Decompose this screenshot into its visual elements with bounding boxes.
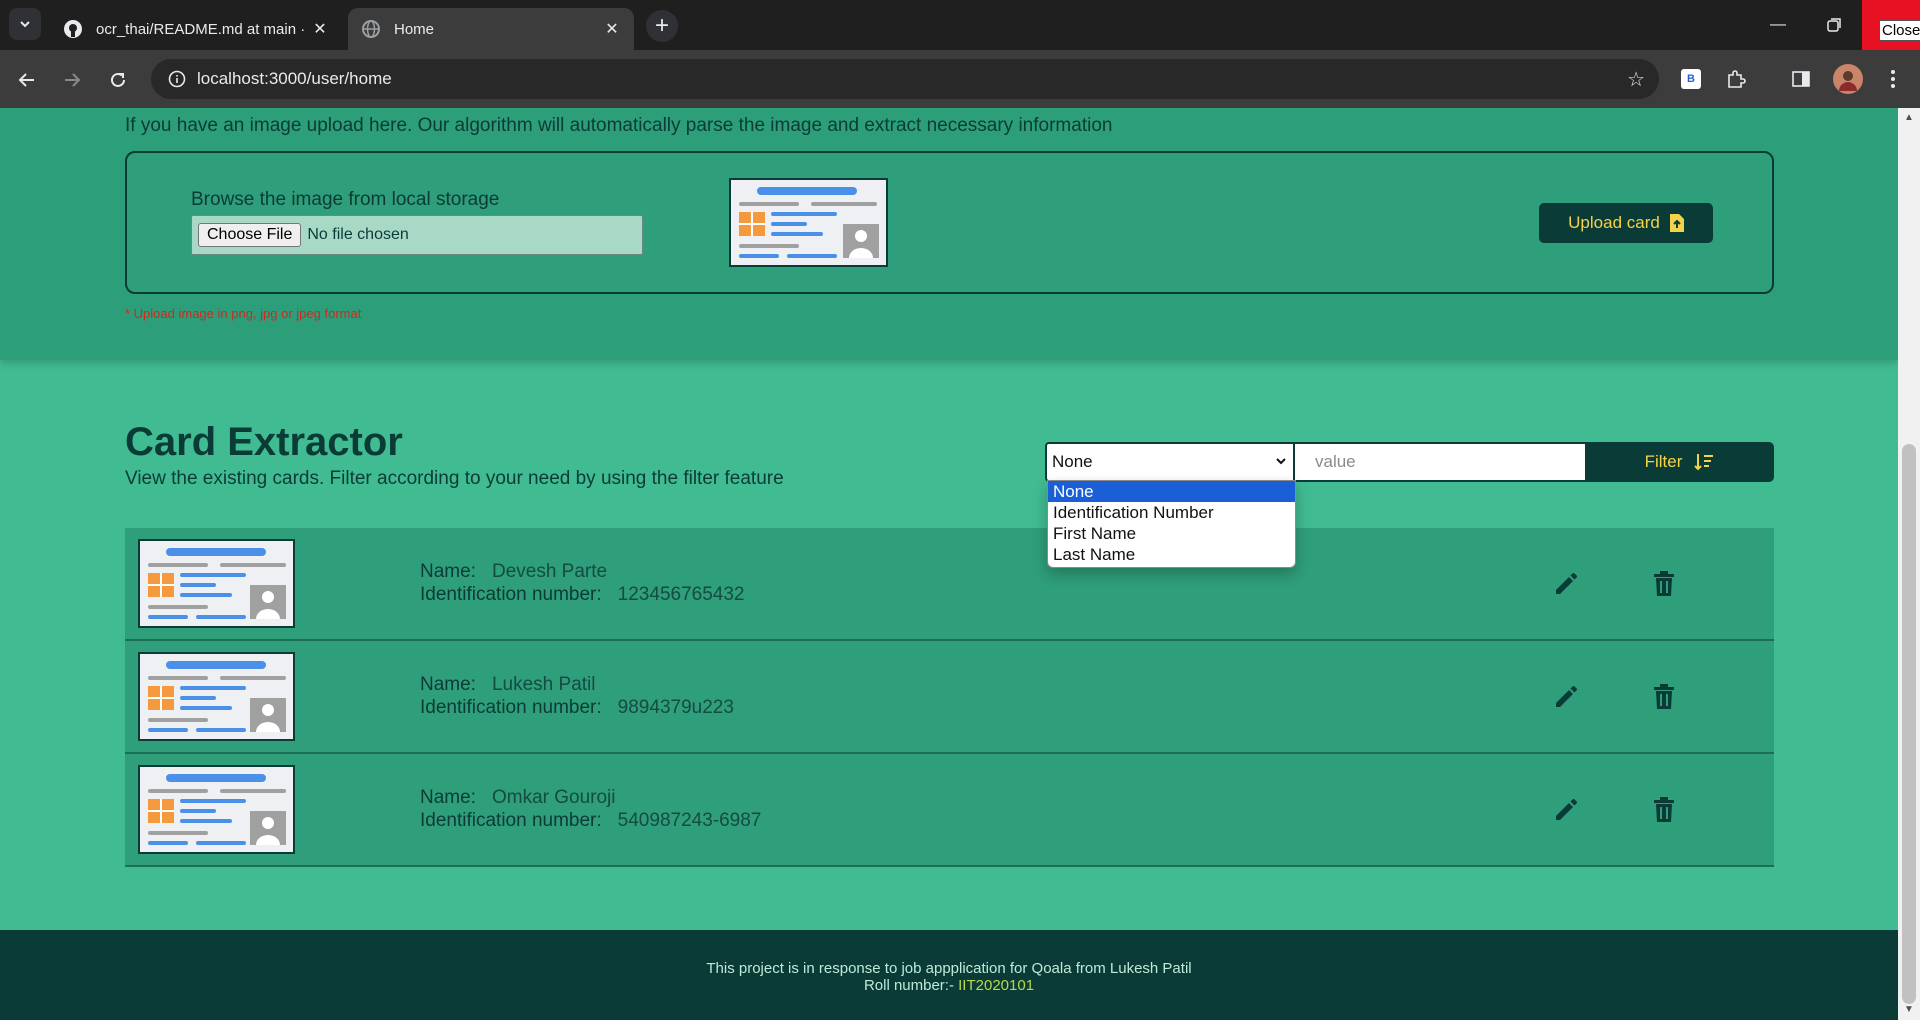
site-info-icon[interactable]: [157, 70, 197, 88]
id-card-illustration: [729, 178, 888, 267]
card-name: Omkar Gouroji: [491, 787, 616, 808]
page-title: Card Extractor: [125, 420, 403, 464]
tab-title: Home: [394, 20, 435, 38]
close-tooltip: Close: [1879, 20, 1920, 41]
footer-line: This project is in response to job apppl…: [706, 960, 1192, 977]
card-info: Name: Omkar Gouroji Identification number…: [420, 786, 761, 832]
extractor-description: View the existing cards. Filter accordin…: [125, 468, 784, 489]
tab-home[interactable]: Home ✕: [348, 8, 634, 50]
footer: This project is in response to job apppl…: [0, 930, 1898, 1020]
extensions-puzzle-icon[interactable]: [1721, 64, 1751, 94]
page-scrollbar[interactable]: ▲ ▼: [1898, 108, 1920, 1020]
scroll-down-icon[interactable]: ▼: [1898, 1004, 1920, 1015]
upload-box: Browse the image from local storage Choo…: [125, 151, 1774, 294]
sort-filter-icon: [1694, 454, 1714, 471]
name-label: Name:: [420, 674, 476, 695]
edit-pencil-icon[interactable]: [1550, 794, 1582, 826]
roll-value: IIT2020101: [958, 977, 1035, 994]
filter-option-identification-number[interactable]: Identification Number: [1048, 502, 1295, 523]
back-icon[interactable]: [9, 62, 45, 98]
tab-close-icon[interactable]: ✕: [310, 19, 330, 39]
card-name: Devesh Parte: [491, 561, 608, 582]
restore-icon[interactable]: [1804, 0, 1864, 50]
edit-pencil-icon[interactable]: [1550, 568, 1582, 600]
id-label: Identification number:: [420, 810, 602, 831]
card-id-number: 123456765432: [617, 584, 745, 605]
profile-avatar[interactable]: [1833, 64, 1863, 94]
tab-title: ocr_thai/README.md at main · l: [96, 20, 310, 38]
tab-search-button[interactable]: [9, 8, 41, 40]
globe-icon: [360, 18, 382, 40]
roll-number-line: Roll number:- IIT2020101: [0, 977, 1898, 994]
filter-option-none[interactable]: None: [1048, 481, 1295, 502]
upload-card-label: Upload card: [1568, 213, 1660, 232]
reload-icon[interactable]: [100, 62, 136, 98]
upload-section: If you have an image upload here. Our al…: [0, 108, 1898, 360]
card-thumbnail: [138, 765, 295, 854]
card-id-number: 9894379u223: [617, 697, 734, 718]
id-label: Identification number:: [420, 697, 602, 718]
filter-value-input[interactable]: value: [1295, 442, 1585, 482]
forward-icon[interactable]: [54, 62, 90, 98]
upload-card-button[interactable]: Upload card: [1539, 203, 1713, 243]
scroll-up-icon[interactable]: ▲: [1898, 112, 1920, 123]
browser-titlebar: ocr_thai/README.md at main · l ✕ Home ✕ …: [0, 0, 1920, 50]
extension-b-icon[interactable]: B: [1676, 64, 1706, 94]
format-note: * Upload image in png, jpg or jpeg forma…: [125, 306, 362, 321]
side-panel-icon[interactable]: [1786, 64, 1816, 94]
card-row: Name: Lukesh Patil Identification number:…: [125, 641, 1774, 754]
card-id-number: 540987243-6987: [617, 810, 762, 831]
roll-label: Roll number:-: [863, 977, 954, 994]
filter-button-label: Filter: [1644, 452, 1683, 471]
card-thumbnail: [138, 652, 295, 741]
chevron-down-icon: [1275, 454, 1287, 470]
card-thumbnail: [138, 539, 295, 628]
card-list: Name: Devesh Parte Identification number:…: [125, 528, 1774, 867]
address-bar[interactable]: localhost:3000/user/home ☆: [151, 59, 1659, 99]
file-input[interactable]: Choose File No file chosen: [191, 215, 643, 255]
delete-trash-icon[interactable]: [1648, 681, 1680, 713]
github-icon: [62, 18, 84, 40]
bookmark-star-icon[interactable]: ☆: [1627, 67, 1645, 92]
delete-trash-icon[interactable]: [1648, 568, 1680, 600]
choose-file-button[interactable]: Choose File: [198, 223, 302, 247]
card-name: Lukesh Patil: [491, 674, 596, 695]
name-label: Name:: [420, 787, 476, 808]
filter-dropdown-list: None Identification Number First Name La…: [1047, 480, 1296, 568]
filter-selected-value: None: [1052, 452, 1093, 471]
edit-pencil-icon[interactable]: [1550, 681, 1582, 713]
browse-label: Browse the image from local storage: [191, 189, 500, 210]
card-row: Name: Omkar Gouroji Identification number…: [125, 754, 1774, 867]
tab-close-icon[interactable]: ✕: [602, 19, 622, 39]
filter-field-select[interactable]: None: [1045, 442, 1295, 482]
chevron-down-icon: [20, 21, 30, 28]
filter-option-first-name[interactable]: First Name: [1048, 523, 1295, 544]
new-tab-button[interactable]: +: [646, 10, 678, 42]
card-info: Name: Devesh Parte Identification number:…: [420, 560, 744, 606]
browser-menu-icon[interactable]: [1878, 64, 1908, 94]
name-label: Name:: [420, 561, 476, 582]
id-label: Identification number:: [420, 584, 602, 605]
scrollbar-thumb[interactable]: [1902, 444, 1916, 1004]
card-info: Name: Lukesh Patil Identification number:…: [420, 673, 734, 719]
card-row: Name: Devesh Parte Identification number:…: [125, 528, 1774, 641]
delete-trash-icon[interactable]: [1648, 794, 1680, 826]
minimize-icon[interactable]: —: [1748, 0, 1808, 50]
no-file-text: No file chosen: [307, 226, 409, 243]
filter-button[interactable]: Filter: [1585, 442, 1774, 482]
filter-option-last-name[interactable]: Last Name: [1048, 544, 1295, 565]
tab-github-readme[interactable]: ocr_thai/README.md at main · l ✕: [50, 8, 342, 50]
page-content: If you have an image upload here. Our al…: [0, 108, 1898, 1020]
file-upload-icon: [1669, 214, 1684, 232]
url-text: localhost:3000/user/home: [197, 69, 392, 88]
upload-description: If you have an image upload here. Our al…: [125, 115, 1113, 136]
